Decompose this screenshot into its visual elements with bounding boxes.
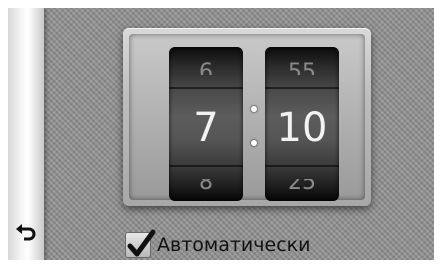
auto-time-checkbox[interactable] bbox=[125, 229, 156, 258]
minutes-next-value: 25 bbox=[288, 179, 316, 195]
hours-drum[interactable]: 6 7 8 bbox=[169, 47, 243, 201]
time-separator bbox=[249, 106, 259, 146]
checkmark-icon bbox=[127, 229, 156, 257]
hours-value: 7 bbox=[193, 105, 219, 151]
minutes-drum[interactable]: 55 10 25 bbox=[265, 47, 339, 201]
time-setting-screen: 6 7 8 55 10 25 Автоматически bbox=[8, 8, 434, 260]
minutes-value: 10 bbox=[276, 105, 328, 151]
sidebar bbox=[8, 8, 44, 260]
time-picker-frame: 6 7 8 55 10 25 bbox=[129, 34, 365, 201]
back-arrow-icon bbox=[16, 224, 36, 241]
minutes-prev-value: 55 bbox=[288, 60, 316, 75]
hours-prev-value: 6 bbox=[199, 60, 213, 75]
back-button[interactable] bbox=[12, 220, 40, 248]
time-picker-panel: 6 7 8 55 10 25 bbox=[123, 28, 371, 206]
hours-next-value: 8 bbox=[199, 179, 213, 195]
auto-time-toggle[interactable]: Автоматически bbox=[125, 229, 311, 260]
auto-time-label: Автоматически bbox=[157, 234, 311, 256]
